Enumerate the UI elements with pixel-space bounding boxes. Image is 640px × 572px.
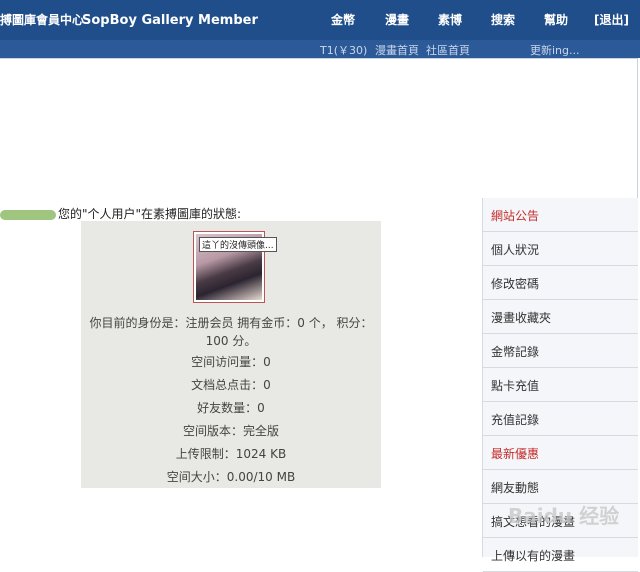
- sidebar-item-label: 點卡充值: [491, 379, 540, 393]
- sidebar-item-gold-records[interactable]: 金幣記錄: [483, 334, 638, 368]
- sidebar-item-upload-comics[interactable]: 上傳以有的漫畫: [483, 538, 638, 572]
- nav-logout[interactable]: [退出]: [594, 11, 629, 28]
- sub-t1-balance: T1(￥30): [320, 44, 368, 57]
- upload-limit-line: 上传限制：1024 KB: [175, 447, 287, 461]
- sidebar-item-label: 上傳以有的漫畫: [491, 549, 576, 563]
- watermark-logo: Baidu 经验: [508, 504, 620, 528]
- sidebar-item-comic-favorites[interactable]: 漫畫收藏夾: [483, 300, 638, 334]
- sidebar-item-recharge-records[interactable]: 充值記錄: [483, 402, 638, 436]
- sidebar-item-label: 金幣記錄: [491, 345, 540, 359]
- sub-header: T1(￥30) 漫畫首頁 社區首頁 更新ing...: [0, 40, 640, 58]
- status-line: 您的"个人用户"在素搏圖庫的狀態:: [0, 205, 241, 222]
- points-line: 100 分。: [205, 334, 257, 348]
- redacted-username: [0, 209, 56, 220]
- space-size-line: 空间大小：0.00/10 MB: [166, 470, 296, 484]
- sidebar-item-latest-offers[interactable]: 最新優惠: [483, 436, 638, 470]
- doc-clicks-line: 文档总点击：0: [191, 378, 271, 392]
- sidebar-item-friend-activity[interactable]: 網友動態: [483, 470, 638, 504]
- sidebar-item-label: 個人狀況: [491, 243, 540, 257]
- sidebar-item-label: 修改密碼: [491, 277, 540, 291]
- sidebar-item-announcement[interactable]: 網站公告: [483, 198, 638, 232]
- avatar-tag: 這丫的沒傳頭像...: [199, 237, 277, 252]
- top-header: 搏圖庫會員中心 SopBoy Gallery Member 金幣 漫畫 素博 搜…: [0, 0, 640, 40]
- nav-comics[interactable]: 漫畫: [385, 11, 409, 28]
- sub-comic-home[interactable]: 漫畫首頁: [375, 42, 419, 58]
- version-line: 空间版本：完全版: [182, 424, 279, 438]
- sidebar-item-card-recharge[interactable]: 點卡充值: [483, 368, 638, 402]
- sidebar-item-personal-status[interactable]: 個人狀況: [483, 232, 638, 266]
- sub-community-home[interactable]: 社區首頁: [426, 42, 470, 58]
- nav-help[interactable]: 幫助: [544, 11, 568, 28]
- nav-gold[interactable]: 金幣: [331, 11, 355, 28]
- sidebar-item-label: 最新優惠: [491, 447, 540, 461]
- friends-line: 好友数量：0: [197, 401, 265, 415]
- sub-updating: 更新ing...: [530, 44, 580, 57]
- site-title: 搏圖庫會員中心: [0, 13, 85, 27]
- nav-search[interactable]: 搜索: [491, 11, 515, 28]
- sidebar-item-label: 網友動態: [491, 481, 540, 495]
- avatar-image: 這丫的沒傳頭像...: [196, 234, 277, 300]
- avatar[interactable]: 這丫的沒傳頭像...: [193, 231, 277, 303]
- status-text: 您的"个人用户"在素搏圖庫的狀態:: [58, 207, 242, 221]
- content-frame: [0, 58, 638, 199]
- sidebar-item-change-password[interactable]: 修改密碼: [483, 266, 638, 300]
- sidebar-item-label: 充值記錄: [491, 413, 540, 427]
- sidebar-item-label: 網站公告: [491, 209, 540, 223]
- profile-panel: 這丫的沒傳頭像... 你目前的身份是：注册会员 拥有金币：0 个， 积分： 10…: [81, 221, 381, 488]
- brand-name: SopBoy Gallery Member: [82, 13, 258, 28]
- identity-line: 你目前的身份是：注册会员 拥有金币：0 个， 积分：: [89, 316, 373, 330]
- nav-sketch[interactable]: 素博: [438, 11, 462, 28]
- visits-line: 空间访问量：0: [191, 355, 271, 369]
- sidebar-item-label: 漫畫收藏夾: [491, 311, 552, 325]
